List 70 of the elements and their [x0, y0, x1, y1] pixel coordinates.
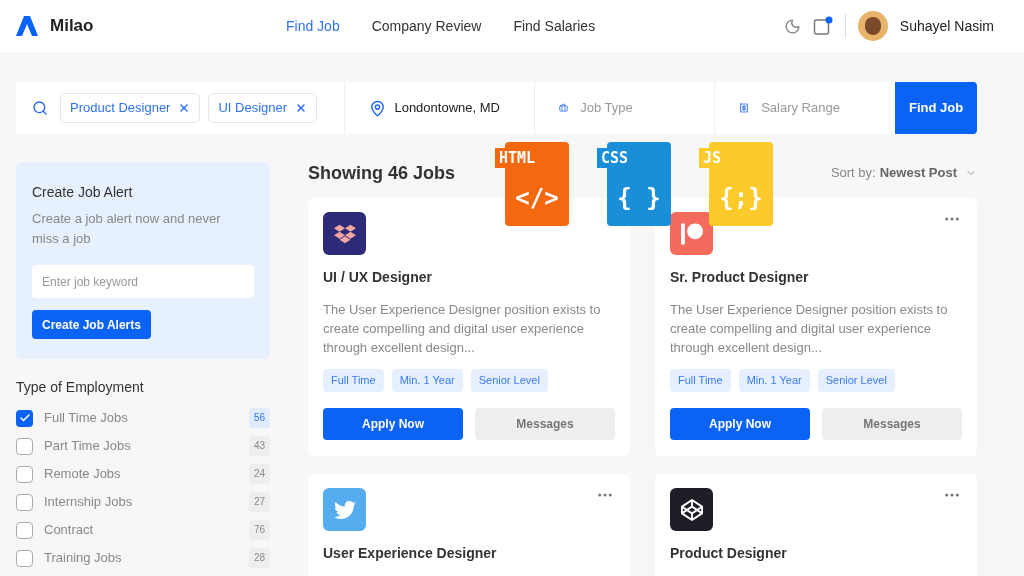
- employment-title: Type of Employment: [16, 378, 145, 397]
- count-label: 43: [248, 436, 270, 456]
- employment-label[interactable]: Remote Jobs: [44, 464, 121, 484]
- employment-label[interactable]: Full Time Jobs: [44, 408, 128, 428]
- location-pin-icon: [369, 99, 387, 117]
- job-tag: Senior Level: [817, 369, 895, 392]
- cube-logo-icon: [670, 488, 713, 531]
- close-icon[interactable]: [178, 102, 191, 114]
- user-name[interactable]: Suhayel Nasim: [899, 15, 994, 37]
- job-tag: Senior Level: [470, 369, 548, 392]
- job-type-field[interactable]: Job Type: [580, 98, 691, 118]
- checkbox[interactable]: [16, 549, 33, 567]
- count-label: 27: [248, 492, 270, 512]
- close-icon[interactable]: [295, 102, 308, 114]
- job-title[interactable]: Product Designer: [670, 543, 962, 564]
- job-tag: Min. 1 Year: [391, 369, 463, 392]
- employment-label[interactable]: Part Time Jobs: [44, 436, 131, 456]
- code-symbol: {;}: [718, 183, 764, 214]
- code-symbol: </>: [514, 183, 560, 214]
- sort-label: Sort by:: [830, 164, 876, 183]
- employment-label[interactable]: Contract: [44, 520, 94, 540]
- keyword-field[interactable]: Enter job keyword: [32, 265, 254, 298]
- employment-label[interactable]: Internship Jobs: [44, 492, 133, 512]
- create-alerts-button[interactable]: Create Job Alerts: [32, 310, 151, 339]
- job-description: The User Experience Designer position exists to create compelling and digital user experience through excellent design...: [670, 301, 949, 357]
- code-symbol: { }: [616, 183, 662, 214]
- apply-now-button[interactable]: Apply Now: [670, 408, 810, 440]
- job-tag: Full Time: [323, 369, 384, 392]
- check-icon: [18, 412, 31, 424]
- results-title: Showing 46 Jobs: [308, 161, 456, 185]
- notification-icon[interactable]: [812, 16, 833, 36]
- nav-link[interactable]: Find Job: [286, 15, 340, 37]
- checkbox[interactable]: [16, 493, 33, 511]
- bird-logo-icon: [323, 488, 366, 531]
- nav-link[interactable]: Company Review: [371, 15, 482, 37]
- job-tag: Min. 1 Year: [738, 369, 810, 392]
- sort-dropdown[interactable]: Newest Post: [879, 163, 977, 183]
- user-avatar[interactable]: [857, 11, 888, 41]
- search-icon: [32, 100, 48, 116]
- job-title[interactable]: UI / UX Designer: [323, 267, 615, 288]
- messages-button[interactable]: Messages: [475, 408, 615, 440]
- circle-bar-logo-icon: [670, 212, 713, 255]
- job-alert-title: Create Job Alert: [32, 183, 134, 202]
- checkbox[interactable]: [16, 437, 33, 455]
- job-description: The User Experience Designer position exists to create compelling and digital user experience through excellent design...: [323, 301, 602, 357]
- location-field[interactable]: Londontowne, MD: [394, 98, 500, 118]
- count-label: 76: [248, 520, 270, 540]
- messages-button[interactable]: Messages: [822, 408, 962, 440]
- salary-range-field[interactable]: Salary Range: [761, 98, 872, 118]
- checkbox[interactable]: [16, 465, 33, 483]
- receipt-icon: [739, 100, 750, 116]
- checkbox[interactable]: [16, 521, 33, 539]
- box-stack-logo-icon: [323, 212, 366, 255]
- search-tag[interactable]: Product Designer: [60, 93, 201, 123]
- search-tag[interactable]: UI Designer: [208, 93, 318, 123]
- job-tag: Full Time: [670, 369, 731, 392]
- checkbox[interactable]: [16, 409, 33, 427]
- find-job-button[interactable]: Find Job: [895, 82, 977, 134]
- employment-label[interactable]: Training Jobs: [44, 548, 122, 568]
- count-label: 56: [248, 408, 270, 428]
- job-title[interactable]: User Experience Designer: [323, 543, 615, 564]
- logo-icon: [16, 15, 38, 37]
- logo-text: Milao: [50, 15, 94, 38]
- moon-icon[interactable]: [783, 17, 801, 35]
- count-label: 24: [248, 464, 270, 484]
- job-alert-text: Create a job alert now and never miss a job: [32, 210, 222, 248]
- apply-now-button[interactable]: Apply Now: [323, 408, 463, 440]
- count-label: 28: [248, 548, 270, 568]
- nav-link[interactable]: Find Salaries: [513, 15, 596, 37]
- job-title[interactable]: Sr. Product Designer: [670, 267, 962, 288]
